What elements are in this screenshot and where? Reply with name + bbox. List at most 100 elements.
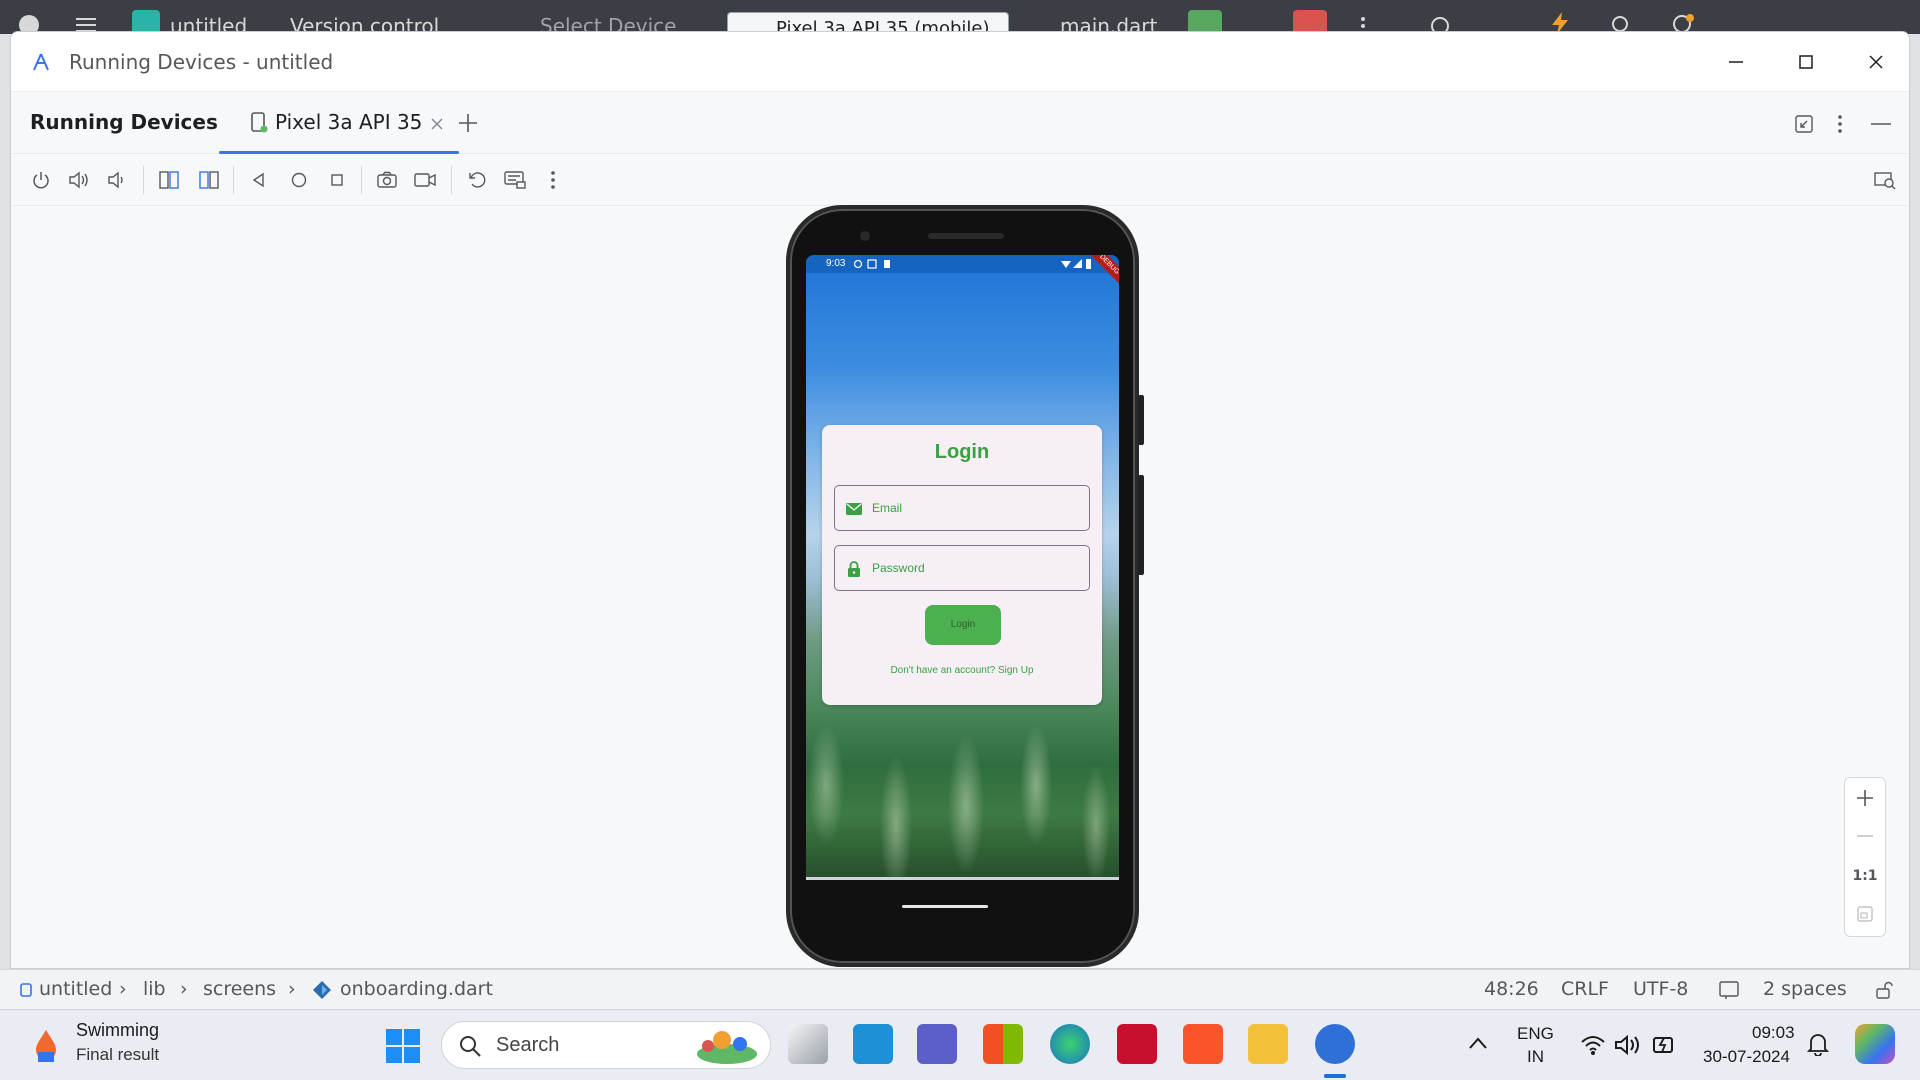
back-button[interactable] xyxy=(245,166,273,194)
minimize-icon xyxy=(1729,61,1743,63)
notifications-bell-icon[interactable] xyxy=(1807,1032,1829,1056)
lock-icon[interactable] xyxy=(1874,980,1894,1000)
screen-record-button[interactable] xyxy=(411,166,439,194)
volume-icon[interactable] xyxy=(1614,1034,1642,1056)
hide-icon[interactable] xyxy=(1871,122,1891,126)
reset-button[interactable] xyxy=(463,166,491,194)
ide-status-bar: untitled › lib › screens › onboarding.da… xyxy=(0,969,1920,1009)
weather-subtitle[interactable]: Final result xyxy=(76,1045,159,1065)
dart-file-icon xyxy=(313,981,331,999)
file-encoding[interactable]: UTF-8 xyxy=(1633,978,1688,1000)
window-title: Running Devices - untitled xyxy=(69,49,334,74)
keyboard-icon xyxy=(504,171,526,189)
breadcrumb-file[interactable]: onboarding.dart xyxy=(340,978,493,1000)
overview-button[interactable] xyxy=(323,166,351,194)
minimize-button[interactable] xyxy=(1701,32,1771,92)
password-label: Password xyxy=(872,561,925,575)
clock-date[interactable]: 30-07-2024 xyxy=(1703,1047,1790,1067)
breadcrumb-lib[interactable]: lib xyxy=(143,978,166,1000)
front-camera xyxy=(860,231,870,241)
task-view-icon[interactable] xyxy=(788,1024,828,1064)
add-tab-icon[interactable] xyxy=(457,112,479,134)
layout-inspector-icon xyxy=(1874,172,1896,190)
email-field[interactable]: Email xyxy=(834,485,1090,531)
zoom-in-button[interactable] xyxy=(1845,780,1885,816)
rotate-right-icon xyxy=(199,171,219,189)
indent-setting[interactable]: 2 spaces xyxy=(1763,978,1847,1000)
layout-inspector-button[interactable] xyxy=(1871,166,1899,194)
power-key xyxy=(1138,395,1144,445)
back-icon xyxy=(252,172,264,188)
breadcrumb-separator: › xyxy=(288,978,296,1000)
zoom-out-button[interactable] xyxy=(1845,818,1885,854)
rotate-right-button[interactable] xyxy=(195,166,223,194)
email-label: Email xyxy=(872,501,903,515)
start-icon[interactable] xyxy=(385,1028,421,1064)
restore-layout-icon[interactable] xyxy=(1794,114,1814,134)
tool-window-title: Running Devices xyxy=(30,110,218,134)
android-studio-logo-icon xyxy=(33,53,49,70)
file-explorer-icon[interactable] xyxy=(1248,1024,1288,1064)
zoom-controls: 1:1 xyxy=(1844,777,1886,937)
volume-down-button[interactable] xyxy=(103,166,131,194)
search-icon xyxy=(460,1036,481,1057)
caret-position[interactable]: 48:26 xyxy=(1484,978,1539,1000)
rotate-left-button[interactable] xyxy=(155,166,183,194)
tab-pixel-3a[interactable]: Pixel 3a API 35 xyxy=(219,92,459,154)
store-icon[interactable] xyxy=(983,1024,1023,1064)
device-icon xyxy=(251,112,268,133)
status-time: 9:03 xyxy=(826,258,846,269)
search-label: Search xyxy=(496,1034,560,1056)
windows-taskbar: Swimming Final result Search ENG IN 09:0… xyxy=(0,1009,1920,1080)
screen-record-icon xyxy=(414,173,436,187)
volume-key xyxy=(1138,475,1144,575)
toolbar-separator xyxy=(143,166,144,194)
android-studio-taskbar-icon[interactable] xyxy=(1315,1024,1355,1064)
fit-screen-button[interactable] xyxy=(1845,896,1885,932)
keyboard-button[interactable] xyxy=(501,166,529,194)
battery-icon[interactable] xyxy=(1652,1032,1678,1056)
weather-title[interactable]: Swimming xyxy=(76,1020,159,1041)
readonly-toggle-icon[interactable] xyxy=(1718,980,1740,1000)
password-field[interactable]: Password xyxy=(834,545,1090,591)
options-icon[interactable] xyxy=(1837,114,1843,134)
running-devices-window: Running Devices - untitled Running Devic… xyxy=(10,31,1910,969)
window-titlebar[interactable]: Running Devices - untitled xyxy=(11,32,1909,92)
edge-icon[interactable] xyxy=(1050,1024,1090,1064)
tab-close-icon[interactable] xyxy=(431,118,443,130)
more-actions-button[interactable] xyxy=(539,166,567,194)
power-button[interactable] xyxy=(27,166,55,194)
maximize-button[interactable] xyxy=(1771,32,1841,92)
chevron-up-icon[interactable] xyxy=(1468,1036,1488,1050)
volume-up-button[interactable] xyxy=(65,166,93,194)
screenshot-button[interactable] xyxy=(373,166,401,194)
close-button[interactable] xyxy=(1841,32,1909,92)
language-top[interactable]: ENG xyxy=(1517,1024,1554,1044)
actual-size-button[interactable]: 1:1 xyxy=(1845,858,1885,894)
copilot-icon[interactable] xyxy=(1855,1024,1895,1064)
more-icon xyxy=(551,171,555,189)
breadcrumb-screens[interactable]: screens xyxy=(203,978,276,1000)
rotate-left-icon xyxy=(159,171,179,189)
toolbar-separator xyxy=(233,166,234,194)
breadcrumb-separator: › xyxy=(119,978,127,1000)
weather-icon[interactable] xyxy=(30,1028,62,1064)
language-bottom[interactable]: IN xyxy=(1527,1047,1544,1067)
zoom-in-icon xyxy=(1857,790,1873,806)
home-button[interactable] xyxy=(285,166,313,194)
teams-icon[interactable] xyxy=(917,1024,957,1064)
breadcrumb-project[interactable]: untitled xyxy=(39,978,112,1000)
login-button[interactable]: Login xyxy=(925,605,1001,645)
device-screen[interactable]: 9:03 DEBUG Login Email Password Login Do… xyxy=(806,255,1119,877)
volume-up-icon xyxy=(69,171,88,189)
clock-time[interactable]: 09:03 xyxy=(1752,1023,1795,1043)
mcafee-icon[interactable] xyxy=(1117,1024,1157,1064)
signup-link[interactable]: Don't have an account? Sign Up xyxy=(822,665,1102,676)
wifi-icon[interactable] xyxy=(1580,1034,1606,1056)
brave-icon[interactable] xyxy=(1183,1024,1223,1064)
module-icon xyxy=(20,983,32,997)
gesture-nav-handle[interactable] xyxy=(902,905,988,908)
line-separator[interactable]: CRLF xyxy=(1561,978,1609,1000)
myhp-icon[interactable] xyxy=(853,1024,893,1064)
taskbar-search[interactable]: Search xyxy=(441,1021,771,1069)
